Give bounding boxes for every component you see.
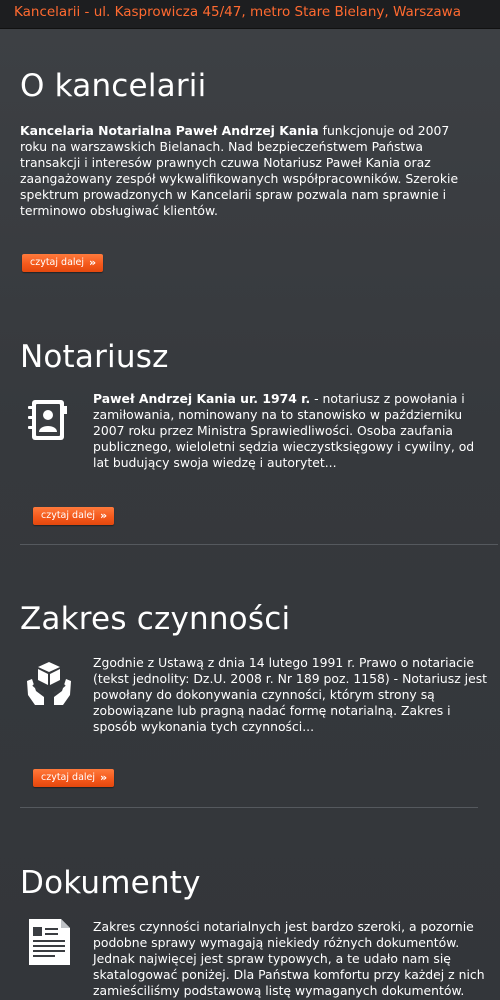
about-read-more-button[interactable]: czytaj dalej » [22, 254, 104, 272]
about-paragraph: Kancelaria Notarialna Paweł Andrzej Kani… [20, 123, 480, 220]
scope-text: Zgodnie z Ustawą z dnia 14 lutego 1991 r… [93, 655, 488, 735]
about-lead: Kancelaria Notarialna Paweł Andrzej Kani… [20, 123, 319, 138]
section-divider [20, 544, 498, 545]
top-address-bar: Kancelarii - ul. Kasprowicza 45/47, metr… [0, 0, 500, 29]
notary-read-more-button[interactable]: czytaj dalej » [33, 507, 115, 525]
section-divider [20, 807, 478, 808]
scope-read-more-button[interactable]: czytaj dalej » [33, 769, 115, 787]
notary-lead: Paweł Andrzej Kania ur. 1974 r. [93, 391, 311, 406]
double-chevron-right-icon: » [89, 256, 97, 269]
main-content: O kancelarii Kancelaria Notarialna Paweł… [0, 29, 500, 1000]
documents-text: Zakres czynności notarialnych jest bardz… [93, 919, 485, 999]
address-text: Kancelarii - ul. Kasprowicza 45/47, metr… [14, 4, 461, 20]
contact-book-icon [28, 400, 67, 440]
section-title-notary: Notariusz [20, 339, 169, 375]
documents-paragraph: Zakres czynności notarialnych jest bardz… [93, 919, 488, 999]
section-title-scope: Zakres czynności [20, 601, 291, 637]
notary-read-more-label: czytaj dalej [41, 510, 96, 521]
section-title-documents: Dokumenty [20, 865, 201, 901]
section-title-about: O kancelarii [20, 68, 207, 104]
scope-paragraph: Zgodnie z Ustawą z dnia 14 lutego 1991 r… [93, 655, 488, 735]
hands-box-icon [27, 662, 71, 705]
document-icon [29, 919, 70, 965]
scope-read-more-label: czytaj dalej [41, 772, 96, 783]
notary-paragraph: Paweł Andrzej Kania ur. 1974 r. - notari… [93, 391, 483, 471]
double-chevron-right-icon: » [100, 509, 108, 522]
about-read-more-label: czytaj dalej [30, 257, 85, 268]
double-chevron-right-icon: » [100, 771, 108, 784]
